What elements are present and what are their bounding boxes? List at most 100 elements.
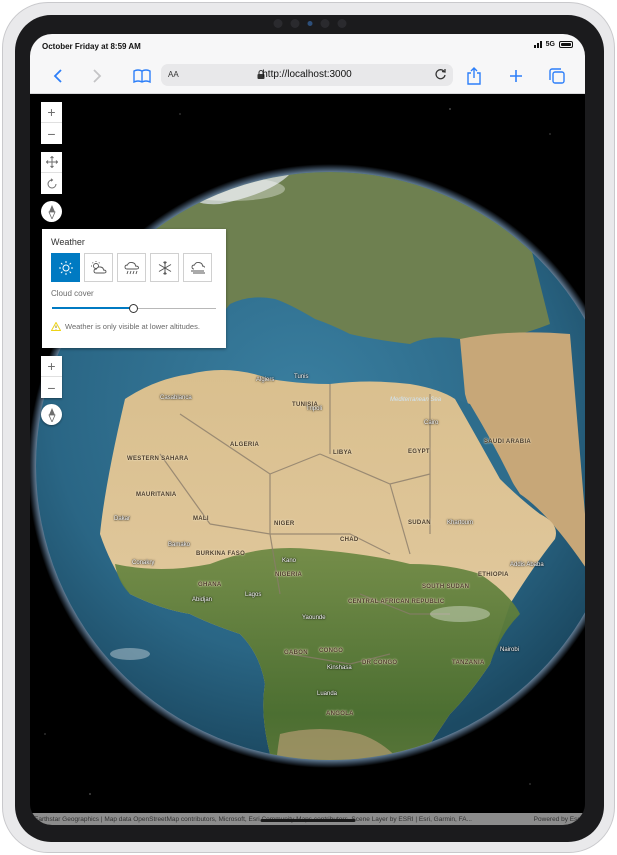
back-button[interactable]	[46, 64, 70, 88]
sunny-option[interactable]	[51, 253, 80, 282]
cloudy-option[interactable]	[84, 253, 113, 282]
weather-options	[51, 253, 217, 282]
city-label: Nairobi	[500, 647, 520, 653]
country-label: CENTRAL AFRICAN REPUBLIC	[348, 599, 445, 605]
url-text: http://localhost:3000	[262, 69, 352, 80]
powered-by-esri[interactable]: Powered by Esri	[534, 816, 581, 823]
weather-title: Weather	[51, 237, 85, 247]
country-label: NIGERIA	[275, 572, 303, 578]
country-label: GHANA	[198, 582, 222, 588]
city-label: Casablanca	[160, 395, 192, 401]
status-bar: October Friday at 8:59 AM 5G	[30, 34, 585, 58]
navigation-controls	[41, 152, 62, 194]
country-label: EGYPT	[408, 449, 430, 455]
map-view[interactable]: Algiers Tunis Tripoli Cairo Casablanca B…	[30, 94, 585, 825]
weather-panel: Weather Cloud cover Weather is only visi…	[42, 229, 226, 348]
slider-fill	[52, 307, 134, 309]
address-bar[interactable]: AA http://localhost:3000	[161, 64, 453, 86]
secondary-zoom-controls: + −	[41, 356, 62, 398]
country-label: BURKINA FASO	[196, 551, 246, 557]
tabs-icon	[549, 68, 565, 84]
compass-icon	[47, 407, 56, 422]
fog-icon	[190, 261, 205, 273]
compass-icon	[47, 204, 56, 219]
city-label: Tunis	[294, 374, 309, 380]
country-label: DR CONGO	[362, 660, 398, 666]
madagascar	[546, 721, 570, 760]
country-label: ETHIOPIA	[478, 572, 509, 578]
network-label: 5G	[545, 41, 555, 48]
country-label: CONGO	[319, 648, 344, 654]
city-label: Abidjan	[192, 597, 213, 603]
zoom-out-button[interactable]: −	[41, 123, 62, 144]
country-label: GABON	[284, 650, 308, 656]
battery-icon	[559, 41, 573, 48]
zoom-in-button[interactable]: +	[41, 102, 62, 123]
chevron-left-icon	[53, 69, 62, 83]
zoom-in-button[interactable]: +	[41, 356, 62, 377]
foggy-option[interactable]	[183, 253, 212, 282]
snowflake-icon	[158, 260, 171, 275]
browser-toolbar: AA http://localhost:3000	[30, 58, 585, 94]
move-icon	[45, 156, 58, 168]
zoom-out-button[interactable]: −	[41, 377, 62, 398]
country-label: CHAD	[340, 537, 359, 543]
cloud-cover-slider[interactable]	[51, 304, 217, 314]
city-label: Algiers	[256, 377, 275, 383]
city-label: Cairo	[424, 420, 439, 426]
rotate-button[interactable]	[41, 173, 62, 194]
camera-housing	[273, 19, 346, 28]
secondary-compass-button[interactable]	[41, 404, 62, 425]
bookmarks-button[interactable]	[130, 64, 154, 88]
country-label: MALI	[193, 516, 209, 522]
country-label: LIBYA	[333, 450, 352, 456]
share-button[interactable]	[462, 64, 486, 88]
tabs-button[interactable]	[545, 64, 569, 88]
warning-text: Weather is only visible at lower altitud…	[65, 322, 200, 331]
cloud-cover-label: Cloud cover	[51, 289, 94, 298]
city-label: Luanda	[317, 691, 338, 697]
book-icon	[133, 69, 151, 83]
screen: October Friday at 8:59 AM 5G AA http://l…	[30, 34, 585, 825]
chevron-right-icon	[93, 69, 102, 83]
share-icon	[467, 67, 481, 85]
city-label: Lagos	[245, 592, 262, 598]
rotate-icon	[47, 177, 56, 188]
rainy-option[interactable]	[117, 253, 146, 282]
new-tab-button[interactable]	[504, 64, 528, 88]
status-indicators: 5G	[533, 41, 573, 48]
partly-cloudy-icon	[90, 260, 106, 273]
south-america-edge	[36, 574, 44, 760]
country-label: ALGERIA	[230, 442, 260, 448]
city-label: Kinshasa	[327, 665, 352, 671]
country-label: TUNISIA	[292, 402, 319, 408]
country-label: TANZANIA	[452, 660, 485, 666]
city-label: Kano	[282, 558, 297, 564]
forward-button[interactable]	[85, 64, 109, 88]
city-label: Conakry	[132, 560, 155, 566]
city-label: Yaounde	[302, 615, 326, 621]
sea-label: Mediterranean Sea	[390, 397, 442, 403]
altitude-warning: Weather is only visible at lower altitud…	[51, 322, 217, 331]
country-label: SOUTH SUDAN	[422, 584, 470, 590]
plus-icon	[510, 70, 522, 82]
zoom-controls: + −	[41, 102, 62, 144]
rain-icon	[124, 261, 139, 274]
compass-button[interactable]	[41, 201, 62, 222]
city-label: Bamako	[168, 542, 191, 548]
slider-thumb[interactable]	[129, 304, 138, 313]
signal-icon	[533, 41, 542, 48]
globe-scene[interactable]	[30, 94, 585, 825]
home-indicator[interactable]	[260, 819, 355, 822]
sun-icon	[58, 260, 73, 275]
city-label: Khartoum	[447, 520, 474, 526]
city-label: Addis Ababa	[510, 562, 544, 568]
country-label: WESTERN SAHARA	[127, 456, 189, 462]
country-label: ANGOLA	[326, 711, 354, 717]
country-label: SUDAN	[408, 520, 431, 526]
country-label: SAUDI ARABIA	[484, 439, 532, 445]
snowy-option[interactable]	[150, 253, 179, 282]
reload-icon[interactable]	[434, 68, 447, 81]
city-label: Dakar	[114, 516, 131, 522]
pan-button[interactable]	[41, 152, 62, 173]
